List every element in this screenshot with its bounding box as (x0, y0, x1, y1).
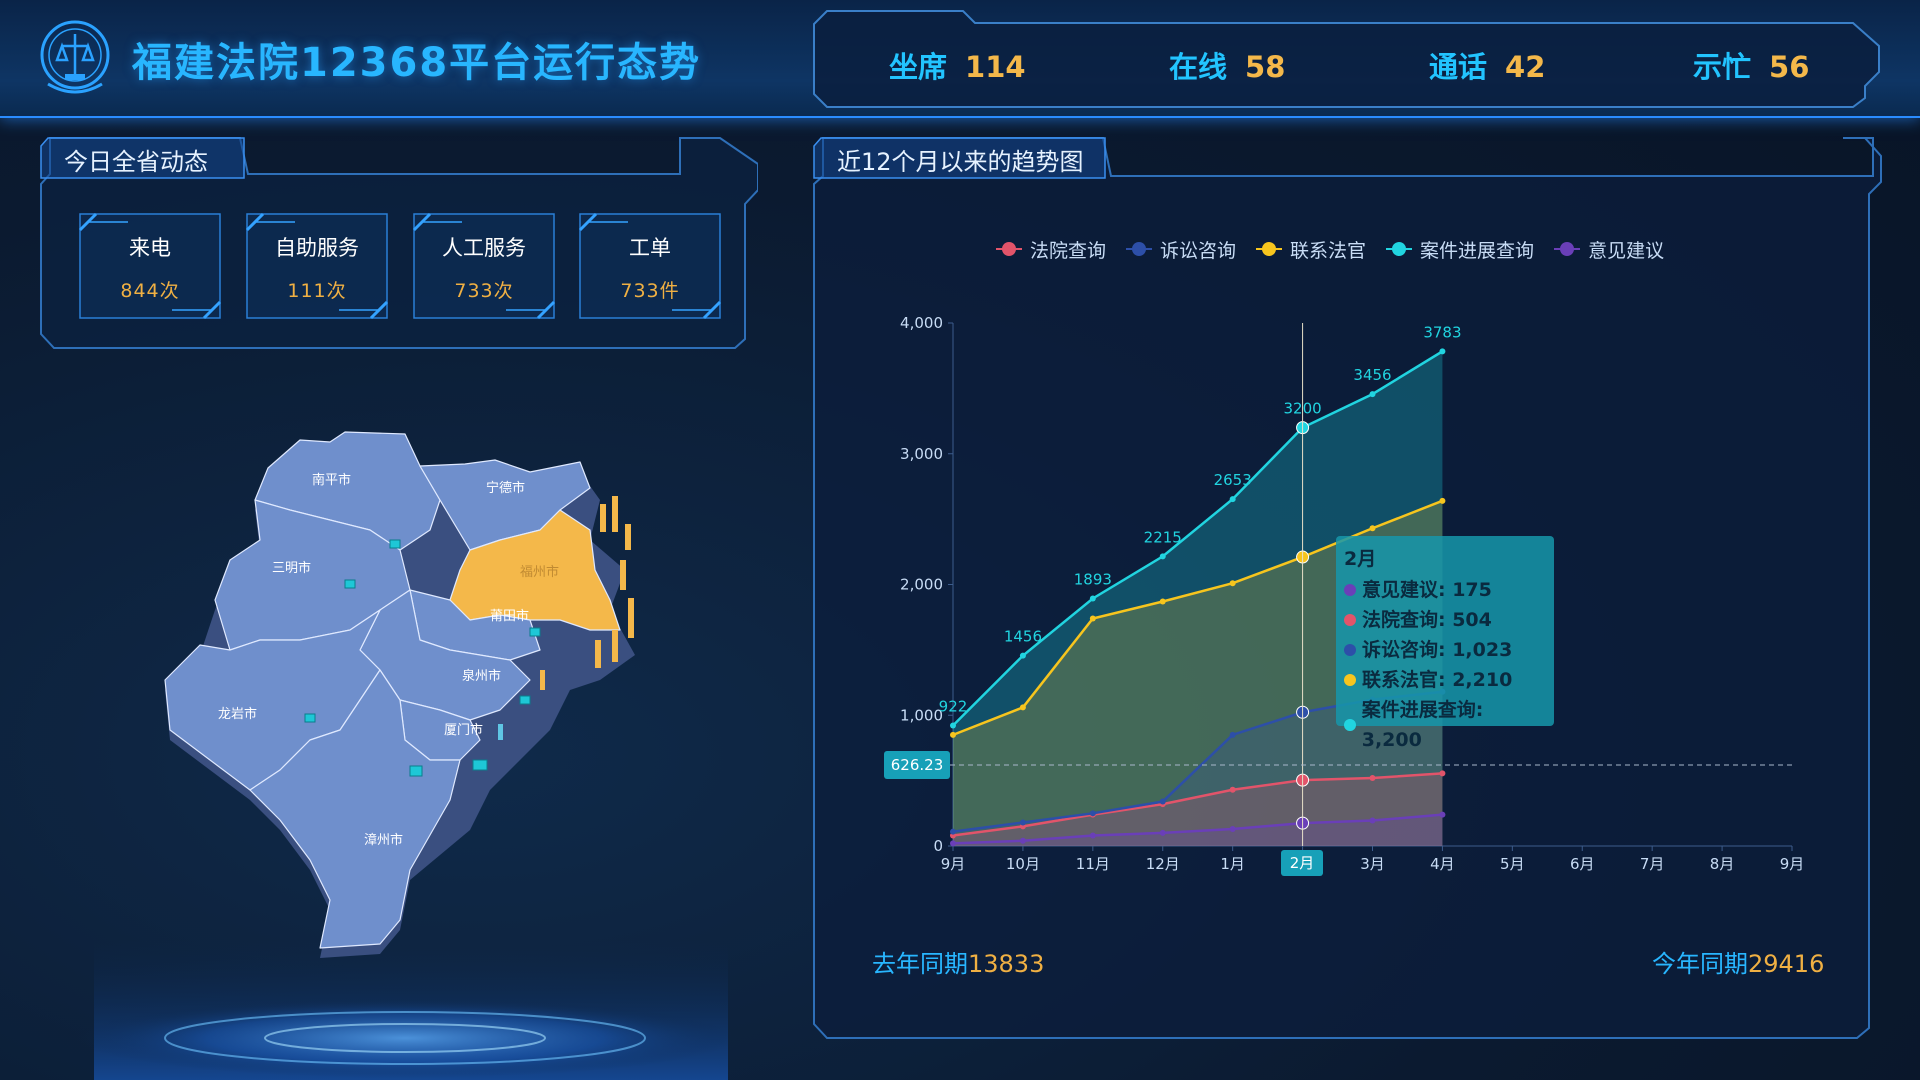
chart-tooltip: 2月 意见建议: 175 法院查询: 504 诉讼咨询: 1,023 联系法官:… (1336, 536, 1554, 751)
series-point (1439, 497, 1446, 504)
tooltip-row-label: 诉讼咨询: 1,023 (1362, 639, 1513, 661)
this-year-value: 29416 (1748, 950, 1825, 978)
series-point (1229, 786, 1236, 793)
series-point (1019, 652, 1026, 659)
tooltip-row-label: 意见建议: 175 (1362, 579, 1492, 601)
x-tick-label: 5月 (1500, 855, 1525, 873)
y-tick-label: 1,000 (900, 706, 943, 724)
series-point (950, 731, 956, 738)
tooltip-title: 2月 (1344, 548, 1377, 570)
last-year-value: 13833 (968, 950, 1045, 978)
tooltip-row: 诉讼咨询: 1,023 (1344, 635, 1546, 665)
tooltip-row-label: 法院查询: 504 (1362, 609, 1492, 631)
tooltip-dot (1344, 644, 1356, 656)
x-tick-label: 1月 (1220, 855, 1245, 873)
y-tick-label: 2,000 (900, 576, 943, 594)
series-point (1439, 348, 1446, 355)
dashboard: 福建法院12368平台运行态势 坐席 114 在线 58 通话 42 示忙 56 今日全 (0, 0, 1920, 1080)
this-year-label: 今年同期 (1652, 950, 1748, 978)
trend-chart: 0 1,000 2,000 3,000 4,000 9月 10月 11月 12月 1月 2月 3月 4月… (900, 314, 1805, 873)
series-point (1019, 704, 1026, 711)
tooltip-row: 意见建议: 175 (1344, 575, 1546, 605)
x-tick-label: 7月 (1640, 855, 1665, 873)
x-tick-label: 9月 (1780, 855, 1805, 873)
x-tick-label: 12月 (1146, 855, 1180, 873)
data-label: 922 (939, 697, 968, 715)
x-axis-pointer-label: 2月 (1281, 850, 1323, 876)
series-point (1019, 819, 1026, 826)
y-tick-label: 0 (933, 837, 943, 855)
x-tick-label: 4月 (1430, 855, 1455, 873)
series-point (1229, 731, 1236, 738)
data-label: 1456 (1004, 628, 1042, 646)
x-tick-label: 3月 (1360, 855, 1385, 873)
tooltip-dot (1344, 674, 1356, 686)
tooltip-row-label: 案件进展查询: 3,200 (1361, 699, 1484, 751)
series-point (1089, 810, 1096, 817)
x-tick-label: 9月 (941, 855, 966, 873)
y-tick-label: 4,000 (900, 314, 943, 332)
tooltip-dot (1344, 614, 1356, 626)
series-point (950, 840, 956, 847)
tooltip-dot (1344, 719, 1356, 731)
series-point (1089, 832, 1096, 839)
series-point (1369, 817, 1376, 824)
series-point (1229, 580, 1236, 587)
series-point (950, 828, 956, 835)
series-point (1369, 525, 1376, 532)
tooltip-dot (1344, 584, 1356, 596)
x-tick-label: 6月 (1570, 855, 1595, 873)
series-point (1089, 595, 1096, 602)
series-point (1229, 496, 1236, 503)
series-point (1369, 391, 1376, 398)
last-year-label: 去年同期 (872, 950, 968, 978)
data-label: 2215 (1144, 528, 1182, 546)
series-point (1439, 770, 1446, 777)
y-tick-label: 3,000 (900, 445, 943, 463)
x-tick-label: 10月 (1006, 855, 1040, 873)
data-label: 3783 (1423, 323, 1461, 341)
tooltip-row-label: 联系法官: 2,210 (1362, 669, 1513, 691)
series-point (1439, 811, 1446, 818)
y-axis-pointer-label: 626.23 (884, 751, 950, 779)
data-label: 1893 (1074, 570, 1112, 588)
series-point (1369, 775, 1376, 782)
data-label: 3456 (1353, 366, 1391, 384)
data-label: 2653 (1214, 471, 1252, 489)
tooltip-row: 联系法官: 2,210 (1344, 665, 1546, 695)
series-point (1159, 829, 1166, 836)
series-point (950, 722, 956, 729)
series-point (1089, 615, 1096, 622)
last-year-total: 去年同期13833 (872, 944, 1044, 979)
series-point (1159, 598, 1166, 605)
x-tick-label: 11月 (1076, 855, 1110, 873)
tooltip-row: 案件进展查询: 3,200 (1344, 695, 1546, 755)
this-year-total: 今年同期29416 (1652, 944, 1824, 979)
series-point (1229, 826, 1236, 833)
x-tick-label: 8月 (1710, 855, 1735, 873)
series-point (1159, 553, 1166, 560)
series-point (1159, 798, 1166, 805)
series-point (1019, 837, 1026, 844)
tooltip-row: 法院查询: 504 (1344, 605, 1546, 635)
